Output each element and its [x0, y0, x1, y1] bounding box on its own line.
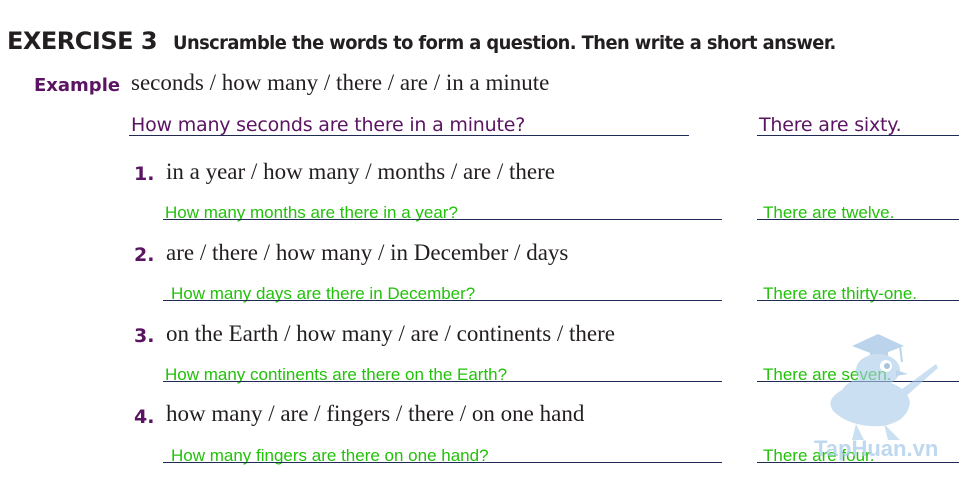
exercise-title: EXERCISE 3 [7, 27, 158, 55]
item-number: 2. [134, 244, 155, 266]
watermark-text: TapHuan.vn [814, 436, 939, 461]
answer-short: There are thirty-one. [763, 284, 918, 303]
item-prompt: are / there / how many / in December / d… [166, 240, 569, 265]
answer-short: There are twelve. [763, 203, 895, 222]
exercise-instructions: Unscramble the words to form a question.… [173, 32, 836, 54]
item-number: 4. [134, 406, 155, 428]
question-line [163, 381, 722, 382]
example-label: Example [34, 75, 121, 96]
answer-question: How many months are there in a year? [165, 203, 458, 222]
example-question: How many seconds are there in a minute? [131, 114, 526, 136]
example-prompt: seconds / how many / there / are / in a … [131, 70, 550, 95]
owl-mascot-icon [830, 334, 938, 440]
item-prompt: on the Earth / how many / are / continen… [166, 321, 616, 346]
item-prompt: how many / are / fingers / there / on on… [166, 401, 585, 426]
example-question-line [129, 135, 689, 136]
question-line [163, 219, 722, 220]
answer-question: How many continents are there on the Ear… [165, 365, 508, 384]
item-prompt: in a year / how many / months / are / th… [166, 159, 555, 184]
answer-question: How many days are there in December? [171, 284, 476, 303]
item-number: 1. [134, 163, 155, 185]
question-line [163, 462, 722, 463]
short-answer-line [757, 219, 959, 220]
question-line [163, 300, 722, 301]
example-answer: There are sixty. [759, 114, 902, 136]
example-answer-line [757, 135, 959, 136]
short-answer-line [757, 300, 959, 301]
item-number: 3. [134, 325, 155, 347]
answer-question: How many fingers are there on one hand? [171, 446, 489, 465]
short-answer-line [757, 462, 959, 463]
